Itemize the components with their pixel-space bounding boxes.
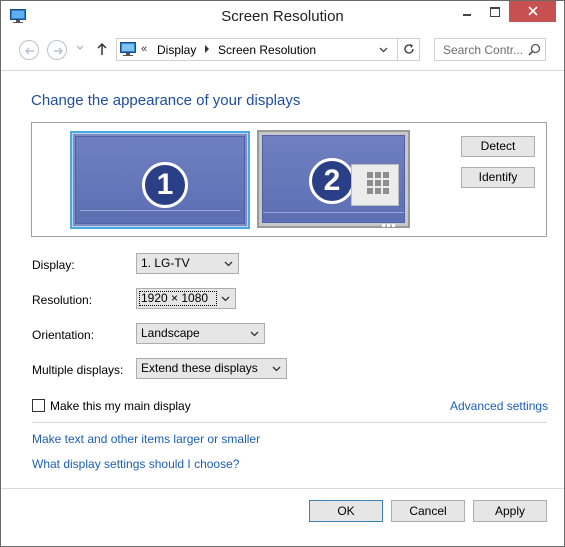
control-panel-icon <box>120 42 136 56</box>
breadcrumb-screen-resolution[interactable]: Screen Resolution <box>218 43 316 57</box>
chevron-down-icon <box>272 366 281 372</box>
search-box[interactable] <box>434 38 546 61</box>
breadcrumb-overflow[interactable]: « <box>141 43 147 55</box>
taskbar-dots-icon <box>380 216 398 227</box>
breadcrumb-display[interactable]: Display <box>157 43 196 57</box>
start-screen-tiles-icon <box>351 164 399 206</box>
chevron-down-icon <box>224 261 233 267</box>
identify-button[interactable]: Identify <box>461 167 535 188</box>
tiles-grid <box>367 172 395 200</box>
chevron-down-icon <box>250 331 259 337</box>
title-bar[interactable]: Screen Resolution <box>1 1 564 33</box>
monitor-2-tile[interactable]: 2 <box>257 130 410 228</box>
refresh-icon <box>404 44 414 54</box>
recent-locations-dropdown-icon[interactable] <box>76 45 84 51</box>
multiple-displays-select-value: Extend these displays <box>141 361 258 375</box>
close-icon <box>528 6 538 16</box>
search-icon[interactable] <box>528 43 541 56</box>
breadcrumb-separator-icon[interactable] <box>204 45 210 53</box>
forward-arrow-icon <box>54 47 63 55</box>
text-size-link[interactable]: Make text and other items larger or smal… <box>32 432 260 446</box>
apply-button[interactable]: Apply <box>473 500 547 522</box>
footer-divider <box>1 488 564 489</box>
monitor-2-number-badge: 2 <box>309 158 355 204</box>
display-select[interactable]: 1. LG-TV <box>136 253 239 274</box>
orientation-select[interactable]: Landscape <box>136 323 265 344</box>
monitor-1-taskbar <box>80 210 240 219</box>
up-arrow-icon[interactable] <box>96 42 108 56</box>
back-button[interactable] <box>19 40 39 60</box>
page-heading: Change the appearance of your displays <box>31 92 301 109</box>
display-label: Display: <box>32 258 75 272</box>
cancel-button[interactable]: Cancel <box>391 500 465 522</box>
main-display-checkbox[interactable] <box>32 399 45 412</box>
orientation-label: Orientation: <box>32 328 95 342</box>
detect-button[interactable]: Detect <box>461 136 535 157</box>
navigation-bar: « Display Screen Resolution <box>1 33 564 71</box>
resolution-select[interactable]: 1920 × 1080 <box>136 288 236 309</box>
monitor-2-taskbar <box>263 212 404 227</box>
refresh-button[interactable] <box>397 39 419 60</box>
ok-button[interactable]: OK <box>309 500 383 522</box>
screen-resolution-window: Screen Resolution « Display Screen Resol… <box>0 0 565 547</box>
display-select-value: 1. LG-TV <box>141 256 190 270</box>
maximize-button[interactable] <box>482 1 508 22</box>
address-history-dropdown-icon[interactable] <box>379 47 388 53</box>
resolution-label: Resolution: <box>32 293 93 307</box>
main-display-checkbox-label[interactable]: Make this my main display <box>50 399 191 413</box>
close-button[interactable] <box>509 1 556 22</box>
divider <box>32 422 547 423</box>
advanced-settings-link[interactable]: Advanced settings <box>450 399 548 413</box>
resolution-select-value: 1920 × 1080 <box>141 291 209 305</box>
monitor-2-screen: 2 <box>262 135 405 227</box>
which-settings-link[interactable]: What display settings should I choose? <box>32 457 239 471</box>
multiple-displays-select[interactable]: Extend these displays <box>136 358 287 379</box>
back-arrow-icon <box>25 47 34 55</box>
minimize-button[interactable] <box>454 1 480 22</box>
address-bar[interactable]: « Display Screen Resolution <box>116 38 420 61</box>
monitor-1-screen: 1 <box>75 136 245 224</box>
chevron-down-icon <box>221 296 230 302</box>
search-input[interactable] <box>435 39 527 60</box>
multiple-displays-label: Multiple displays: <box>32 363 124 377</box>
monitor-1-number-badge: 1 <box>142 162 188 208</box>
orientation-select-value: Landscape <box>141 326 200 340</box>
monitor-1-tile[interactable]: 1 <box>70 131 250 229</box>
forward-button[interactable] <box>47 40 67 60</box>
